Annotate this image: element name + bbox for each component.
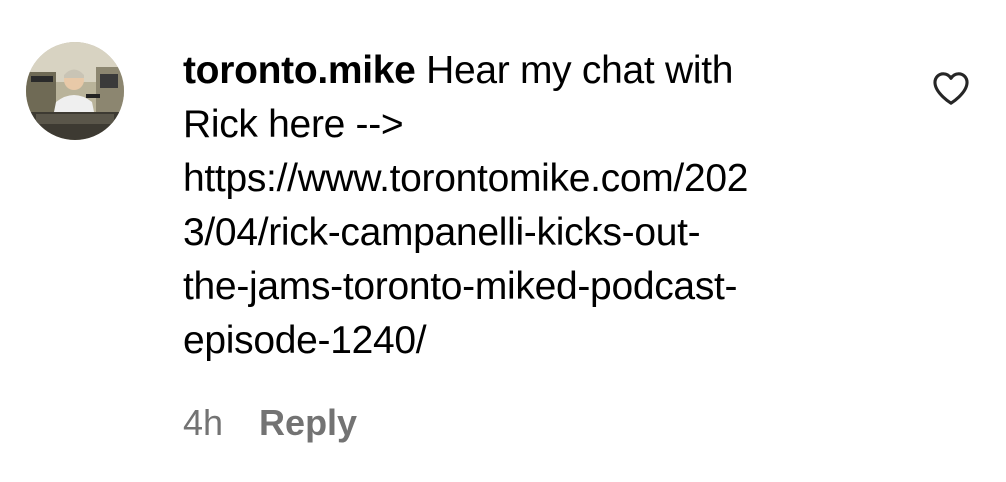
heart-outline-icon (933, 72, 969, 105)
comment-text-segment: Rick here --> (183, 103, 404, 146)
comment-item: toronto.mike Hear my chat with Rick here… (0, 0, 1006, 482)
username-link[interactable]: toronto.mike (183, 49, 416, 92)
comment-url-segment[interactable]: the-jams-toronto-miked-podcast- (183, 260, 883, 314)
avatar[interactable] (26, 42, 124, 140)
comment-meta: 4h Reply (183, 400, 357, 446)
comment-url-segment[interactable]: https://www.torontomike.com/202 (183, 152, 883, 206)
timestamp: 4h (183, 402, 224, 443)
reply-button[interactable]: Reply (259, 402, 357, 443)
comment-url-segment[interactable]: episode-1240/ (183, 314, 883, 368)
comment-line-1: toronto.mike Hear my chat with (183, 44, 883, 98)
avatar-photo (26, 42, 124, 140)
comment-url-segment[interactable]: 3/04/rick-campanelli-kicks-out- (183, 206, 883, 260)
comment-body: toronto.mike Hear my chat with Rick here… (183, 44, 883, 368)
comment-text-segment: Hear my chat with (426, 49, 734, 92)
like-button[interactable] (931, 70, 971, 106)
